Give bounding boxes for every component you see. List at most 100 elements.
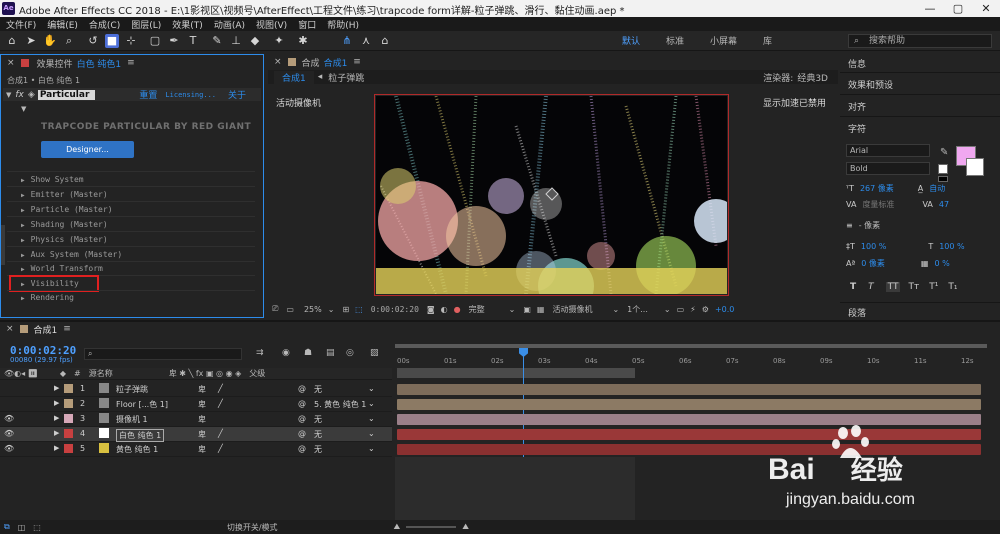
hand-tool-icon[interactable]: ✋ <box>43 34 57 48</box>
expand-arrow-icon[interactable]: ▶ <box>54 444 59 452</box>
expand-layer-icon[interactable]: ⧉ <box>4 522 10 532</box>
label-color-swatch[interactable] <box>64 414 73 423</box>
snap-icon[interactable]: ⋔ <box>340 34 354 48</box>
search-help-input[interactable]: ⌕ 搜索帮助 <box>848 34 992 48</box>
workspace-libraries[interactable]: 库 <box>763 34 772 47</box>
licensing-link[interactable]: Licensing... <box>165 91 216 99</box>
font-size-value[interactable]: 267 像素 <box>860 183 894 194</box>
frame-blending-icon[interactable]: ▤ <box>326 348 335 358</box>
zoom-out-icon[interactable]: ⛰ <box>394 522 401 532</box>
shy-switch-icon[interactable]: 卑 <box>198 429 206 440</box>
eyedropper-icon[interactable]: ✎ <box>940 147 948 158</box>
chevron-down-icon[interactable]: ⌄ <box>509 305 516 314</box>
chevron-down-icon[interactable]: ⌄ <box>664 305 671 314</box>
panel-menu-icon[interactable]: ≡ <box>63 324 71 334</box>
type-tool-icon[interactable]: T <box>186 34 200 48</box>
parent-pickwhip-icon[interactable]: @ <box>298 429 306 438</box>
workspace-default[interactable]: 默认 <box>622 34 640 47</box>
layer-row[interactable]: 👁 ▶ 5 黄色 纯色 1 卑 ╱ @ 无 ⌄ <box>0 442 392 457</box>
work-area-bar[interactable] <box>395 344 987 348</box>
group-visibility[interactable]: Visibility <box>21 279 79 288</box>
safe-zones-icon[interactable]: ⊞ <box>342 305 349 314</box>
layer-duration-bar[interactable] <box>397 399 981 410</box>
parent-pickwhip-icon[interactable]: @ <box>298 414 306 423</box>
expand-icon[interactable]: ▼ <box>21 105 26 113</box>
comp-tab[interactable]: 合成1 <box>324 56 348 69</box>
puppet-pin-tool-icon[interactable]: ✱ <box>296 34 310 48</box>
maximize-button[interactable]: ▢ <box>944 0 972 17</box>
black-swatch[interactable] <box>938 176 948 182</box>
channel-icon[interactable]: ● <box>454 305 461 314</box>
font-style-select[interactable]: Bold <box>846 162 930 175</box>
quality-switch-icon[interactable]: ╱ <box>218 399 223 408</box>
layer-duration-bar[interactable] <box>397 414 981 425</box>
paragraph-header[interactable]: 段落 <box>848 306 866 319</box>
brush-tool-icon[interactable]: ✎ <box>210 34 224 48</box>
eraser-tool-icon[interactable]: ◆ <box>248 34 262 48</box>
layer-row[interactable]: ▶ 1 粒子弹跳 卑 ╱ @ 无 ⌄ <box>0 382 392 397</box>
zoom-select[interactable]: 25% <box>304 305 322 314</box>
parent-select[interactable]: 5. 黄色 纯色 1 <box>314 399 366 410</box>
work-area-range[interactable] <box>397 368 635 378</box>
parent-pickwhip-icon[interactable]: @ <box>298 399 306 408</box>
zoom-tool-icon[interactable]: ⌕ <box>62 34 76 48</box>
menu-file[interactable]: 文件(F) <box>6 18 36 31</box>
menu-layer[interactable]: 图层(L) <box>131 18 161 31</box>
selection-tool-icon[interactable]: ➤ <box>24 34 38 48</box>
close-panel-icon[interactable]: × <box>274 57 282 67</box>
character-header[interactable]: 字符 <box>848 122 866 135</box>
parent-select[interactable]: 无 <box>314 414 322 425</box>
flowchart-icon[interactable]: ⚙ <box>702 305 709 314</box>
expand-arrow-icon[interactable]: ▶ <box>54 414 59 422</box>
camera-tool-icon[interactable]: ■ <box>105 33 119 48</box>
comp-subtab-active[interactable]: 合成1 <box>274 70 314 84</box>
quality-switch-icon[interactable]: ╱ <box>218 444 223 453</box>
stroke-color-swatch[interactable] <box>966 158 984 176</box>
fast-previews-icon[interactable]: ⚡ <box>690 305 696 314</box>
scrollbar[interactable] <box>1 225 5 265</box>
faux-bold-button[interactable]: T <box>850 282 856 292</box>
visibility-icon[interactable]: 👁 <box>4 414 14 423</box>
menu-window[interactable]: 窗口 <box>298 18 316 31</box>
group-emitter[interactable]: Emitter (Master) <box>21 190 108 199</box>
transparency-grid-icon[interactable]: ▦ <box>537 305 545 314</box>
subscript-button[interactable]: T₁ <box>948 282 957 292</box>
close-panel-icon[interactable]: × <box>7 58 15 68</box>
resolution-select[interactable]: 完整 <box>469 304 485 315</box>
chevron-down-icon[interactable]: ⌄ <box>368 429 375 438</box>
designer-button[interactable]: Designer... <box>41 141 134 158</box>
expand-arrow-icon[interactable]: ▶ <box>54 429 59 437</box>
roto-brush-tool-icon[interactable]: ✦ <box>272 34 286 48</box>
close-panel-icon[interactable]: × <box>6 324 14 334</box>
baseline-shift-value[interactable]: 0 像素 <box>861 258 885 269</box>
quality-switch-icon[interactable]: ╱ <box>218 429 223 438</box>
rectangle-tool-icon[interactable]: ▢ <box>148 34 162 48</box>
chevron-down-icon[interactable]: ⌄ <box>368 399 375 408</box>
parent-select[interactable]: 无 <box>314 444 322 455</box>
layer-row[interactable]: 👁 ▶ 4 白色 纯色 1 卑 ╱ @ 无 ⌄ <box>0 427 392 442</box>
chevron-down-icon[interactable]: ⌄ <box>368 444 375 453</box>
parent-pickwhip-icon[interactable]: @ <box>298 384 306 393</box>
visibility-icon[interactable]: 👁 <box>4 444 14 453</box>
snap-option-2-icon[interactable]: ⌂ <box>378 34 392 48</box>
draft-3d-icon[interactable]: ◉ <box>282 348 290 358</box>
small-caps-button[interactable]: Tт <box>908 282 919 292</box>
label-color-swatch[interactable] <box>64 384 73 393</box>
group-physics[interactable]: Physics (Master) <box>21 235 108 244</box>
parent-select[interactable]: 无 <box>314 384 322 395</box>
menu-effect[interactable]: 效果(T) <box>172 18 203 31</box>
minimize-button[interactable]: — <box>916 0 944 17</box>
info-panel-header[interactable]: 信息 <box>848 57 866 70</box>
chevron-down-icon[interactable]: ⌄ <box>368 384 375 393</box>
timeline-tab[interactable]: 合成1 <box>34 323 58 336</box>
quality-switch-icon[interactable]: ╱ <box>218 384 223 393</box>
layer-name[interactable]: 黄色 纯色 1 <box>116 444 158 455</box>
renderer-value[interactable]: 经典3D <box>797 71 828 84</box>
motion-blur-icon[interactable]: ◎ <box>346 348 354 358</box>
label-color-swatch[interactable] <box>64 444 73 453</box>
views-select[interactable]: 1个... <box>627 304 648 315</box>
snap-option-icon[interactable]: ⋏ <box>359 34 373 48</box>
horizontal-scale-value[interactable]: 100 % <box>939 242 964 251</box>
group-world-transform[interactable]: World Transform <box>21 264 103 273</box>
parent-header[interactable]: 父级 <box>249 368 265 379</box>
